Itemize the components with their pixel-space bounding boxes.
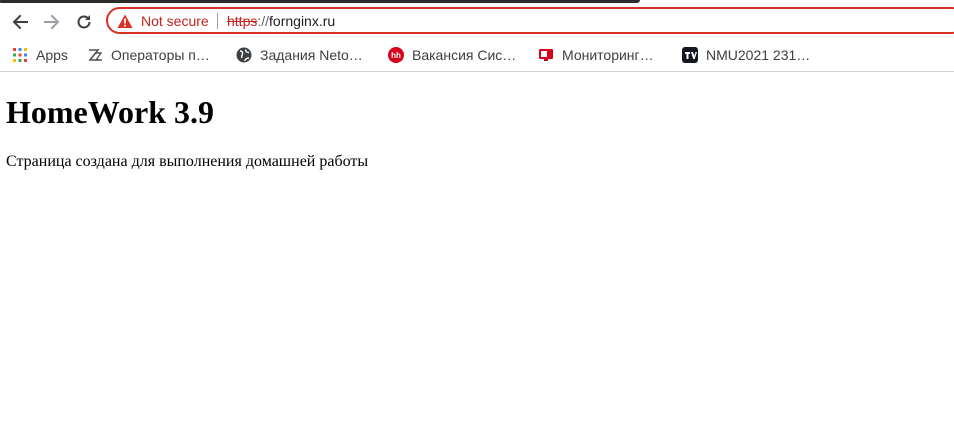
address-bar[interactable]: Not secure https://fornginx.ru: [106, 7, 954, 34]
bookmark-label: Вакансия Сис…: [412, 47, 517, 63]
monitor-icon: [538, 47, 554, 63]
hh-icon: hh: [388, 47, 404, 63]
bookmark-operators[interactable]: Операторы п…: [87, 45, 210, 65]
bookmark-netology-tasks[interactable]: Задания Neto…: [236, 45, 363, 65]
url-host: fornginx.ru: [269, 13, 336, 29]
back-button[interactable]: [7, 9, 33, 35]
back-arrow-icon: [12, 14, 28, 30]
tab-bar-edge: [0, 0, 640, 3]
globe-icon: [236, 47, 252, 63]
bookmark-label: NMU2021 231…: [706, 47, 811, 63]
bookmark-apps[interactable]: Apps: [12, 45, 68, 65]
url-text[interactable]: https://fornginx.ru: [227, 13, 335, 29]
page-content: HomeWork 3.9 Страница создана для выполн…: [0, 72, 954, 430]
bookmark-label: Задания Neto…: [260, 47, 363, 63]
reload-button[interactable]: [71, 9, 97, 35]
svg-text:hh: hh: [391, 51, 401, 60]
warning-triangle-icon[interactable]: [117, 14, 133, 29]
bookmark-nmu2021[interactable]: NMU2021 231…: [682, 45, 810, 65]
tv-icon: [682, 47, 698, 63]
url-scheme: https: [227, 13, 258, 29]
url-separator: ://: [257, 13, 270, 29]
forward-button[interactable]: [39, 9, 65, 35]
bookmarks-bar: Apps Операторы п… Задания Neto… hh Вакан…: [0, 38, 954, 72]
bookmark-label: Apps: [36, 47, 68, 63]
reload-icon: [77, 15, 91, 29]
omnibox-divider: [217, 13, 218, 29]
page-paragraph: Страница создана для выполнения домашней…: [6, 153, 369, 170]
bookmark-label: Мониторинг…: [562, 47, 654, 63]
apps-grid-icon: [12, 47, 28, 63]
zz-icon: [87, 47, 103, 63]
bookmark-hh-vacancy[interactable]: hh Вакансия Сис…: [388, 45, 516, 65]
security-status-label[interactable]: Not secure: [141, 13, 209, 29]
forward-arrow-icon: [44, 14, 60, 30]
browser-toolbar: Not secure https://fornginx.ru: [0, 4, 954, 38]
bookmark-monitoring[interactable]: Мониторинг…: [538, 45, 654, 65]
page-heading: HomeWork 3.9: [6, 94, 214, 130]
bookmark-label: Операторы п…: [111, 47, 210, 63]
